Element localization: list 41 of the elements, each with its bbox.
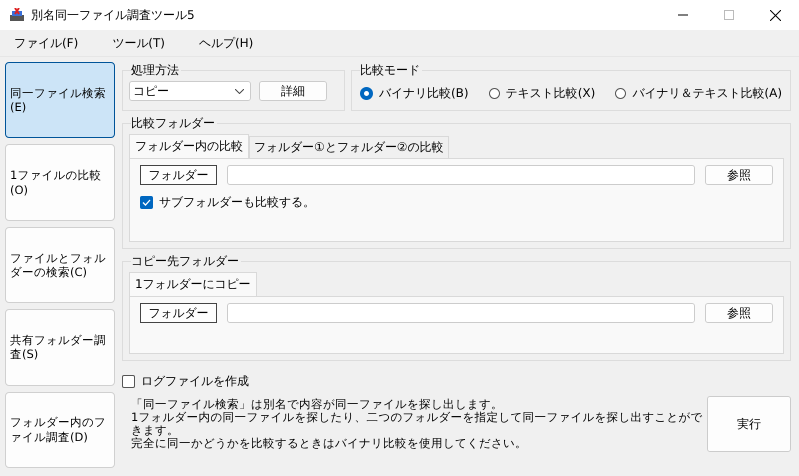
menu-item[interactable]: ツール(T) (106, 34, 171, 52)
checkbox-label: サブフォルダーも比較する。 (159, 194, 315, 211)
method-dropdown[interactable]: コピー (129, 81, 251, 101)
group-title: 比較フォルダー (131, 115, 216, 132)
app-icon (9, 8, 25, 22)
checkbox-label: ログファイルを作成 (141, 373, 249, 390)
description-text: 「同一ファイル検索」は別名で内容が同一ファイルを探し出します。 (131, 398, 504, 411)
description-text: 完全に同一かどうかを比較するときはバイナリ比較を使用してください。 (131, 437, 528, 450)
sidebar-button[interactable]: 同一ファイル検索(E) (5, 62, 115, 138)
radio-label: テキスト比較(X) (506, 85, 596, 102)
checkbox[interactable] (140, 196, 153, 209)
window-title: 別名同一ファイル調査ツール5 (31, 6, 195, 24)
tab[interactable]: フォルダー内の比較 (129, 134, 249, 158)
folder-path-field[interactable] (227, 303, 695, 323)
detail-button[interactable]: 詳細 (259, 81, 327, 101)
folder-button[interactable]: フォルダー (140, 165, 217, 185)
group-title: コピー先フォルダー (131, 253, 240, 270)
browse-button[interactable]: 参照 (705, 165, 773, 185)
folder-button[interactable]: フォルダー (140, 303, 217, 323)
group-title: 比較モード (360, 62, 421, 79)
close-icon[interactable] (770, 10, 781, 20)
run-button[interactable]: 実行 (707, 396, 791, 452)
radio-label: バイナリ＆テキスト比較(A) (632, 85, 782, 102)
chevron-down-icon (235, 88, 244, 94)
description-text: 1フォルダー内の同一ファイルを探したり、二つのフォルダーを指定して同一ファイルを探し出すことができます。 (131, 411, 704, 437)
tab[interactable]: 1フォルダーにコピー (129, 272, 257, 296)
sidebar-button[interactable]: 1ファイルの比較(O) (5, 144, 115, 221)
tab[interactable]: フォルダー①とフォルダー②の比較 (249, 136, 449, 158)
folder-path-field[interactable] (227, 165, 695, 185)
menu-item[interactable]: ヘルプ(H) (192, 34, 260, 52)
sidebar-button[interactable]: 共有フォルダー調査(S) (5, 309, 115, 386)
radio-label: バイナリ比較(B) (379, 85, 469, 102)
radio-button[interactable] (360, 87, 373, 100)
radio-button[interactable] (615, 88, 626, 99)
group-title: 処理方法 (131, 62, 180, 79)
browse-button[interactable]: 参照 (705, 303, 773, 323)
sidebar-button[interactable]: ファイルとフォルダーの検索(C) (5, 226, 115, 304)
checkbox[interactable] (122, 375, 135, 388)
sidebar-button[interactable]: フォルダー内のファイル調査(D) (5, 392, 115, 468)
menu-item[interactable]: ファイル(F) (8, 34, 84, 52)
radio-button[interactable] (488, 88, 500, 99)
